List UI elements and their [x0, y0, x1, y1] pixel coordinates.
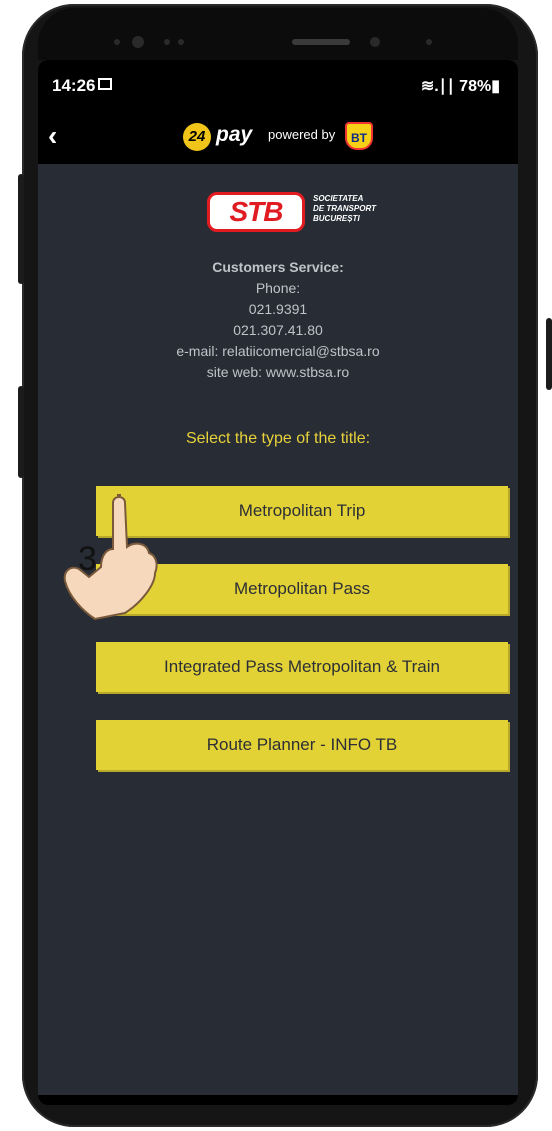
front-camera [132, 36, 144, 48]
logo-line: SOCIETATEA [313, 194, 364, 203]
website-text: site web: www.stbsa.ro [206, 364, 350, 380]
app-header: ‹ 24 pay powered by BT [38, 112, 518, 164]
bottom-nav-strip [38, 1095, 518, 1105]
sensor-dot [370, 37, 380, 47]
phone-label: Phone: [255, 280, 301, 296]
stb-logo: STB SOCIETATEA DE TRANSPORT BUCUREȘTI [207, 192, 407, 232]
sensor-dot [164, 39, 170, 45]
route-planner-button[interactable]: Route Planner - INFO TB [96, 720, 508, 770]
status-bar: 14:26 ≋.∣∣ 78%▮ [38, 60, 518, 112]
pointing-hand-icon [63, 494, 158, 621]
volume-up-button [18, 174, 24, 284]
chevron-left-icon[interactable]: ‹ [48, 120, 57, 152]
status-indicators: ≋.∣∣ 78%▮ [420, 78, 500, 95]
gallery-notification-icon [98, 78, 112, 90]
phone-number: 021.307.41.80 [233, 322, 323, 338]
top-bezel [38, 8, 518, 60]
sensor-dot [114, 39, 120, 45]
status-time: 14:26 [52, 76, 96, 95]
select-title-heading: Select the type of the title: [185, 430, 371, 447]
bt-bank-logo: BT [345, 122, 373, 150]
brand-24-badge: 24 [183, 123, 211, 151]
stb-logo-mark: STB [207, 192, 305, 232]
volume-down-button [18, 386, 24, 478]
stb-logo-text: SOCIETATEA DE TRANSPORT BUCUREȘTI [313, 194, 376, 224]
logo-line: DE TRANSPORT [313, 204, 376, 213]
logo-line: BUCUREȘTI [313, 214, 360, 223]
brand-pay-logo: pay [216, 123, 253, 146]
power-button [546, 318, 552, 390]
sensor-dot [426, 39, 432, 45]
integrated-pass-button[interactable]: Integrated Pass Metropolitan & Train [96, 642, 508, 692]
customers-service-heading: Customers Service: [212, 259, 344, 275]
powered-by-label: powered by [268, 127, 336, 142]
earpiece-speaker [292, 39, 350, 45]
phone-number: 021.9391 [248, 301, 308, 317]
sensor-dot [178, 39, 184, 45]
email-text: e-mail: relatiicomercial@stbsa.ro [176, 343, 380, 359]
step-number-badge: 3 [78, 540, 97, 578]
